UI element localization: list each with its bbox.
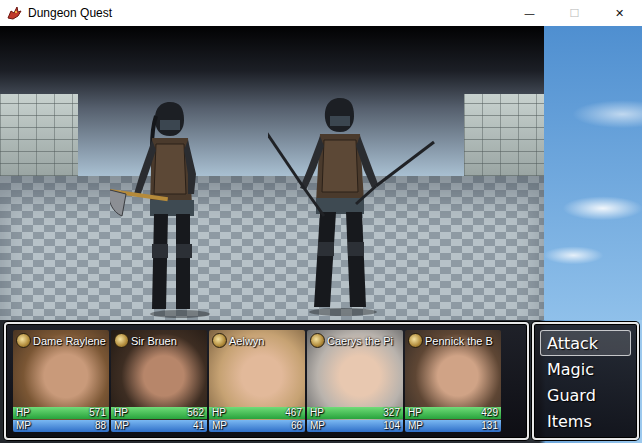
state-orb-icon [212,333,227,348]
command-item[interactable]: Guard [540,382,631,408]
mp-label: MP [16,420,31,432]
member-name: Aelwyn [229,335,264,347]
hp-label: HP [114,407,128,419]
member-name: Dame Raylene [33,335,106,347]
member-name: Caerys the Pi [327,335,393,347]
mp-value: 66 [291,420,302,432]
sky-backdrop [544,26,642,320]
title-bar: Dungeon Quest—☐✕ [0,0,642,26]
hp-bar: HP 429 [405,407,501,419]
mp-bar: MP 131 [405,420,501,432]
ninja-axe-enemy[interactable] [110,94,230,319]
hp-label: HP [16,407,30,419]
party-status-window: Dame Raylene HP 571 MP 88 Sir Bruen HP 562 MP 41 A… [4,322,529,440]
battle-hud: Dame Raylene HP 571 MP 88 Sir Bruen HP 562 MP 41 A… [0,320,642,443]
state-orb-icon [16,333,31,348]
left-wall [0,94,78,176]
mp-value: 104 [383,420,400,432]
mp-value: 88 [95,420,106,432]
mp-bar: MP 41 [111,420,207,432]
mp-value: 41 [193,420,204,432]
mp-label: MP [114,420,129,432]
ninja-swords-enemy[interactable] [268,92,438,317]
hp-value: 571 [89,407,106,419]
hp-value: 429 [481,407,498,419]
hp-bar: HP 571 [13,407,109,419]
mp-bar: MP 104 [307,420,403,432]
hp-bar: HP 562 [111,407,207,419]
party-member[interactable]: Caerys the Pi HP 327 MP 104 [307,330,403,432]
hp-value: 562 [187,407,204,419]
stone-floor [0,176,544,320]
command-item[interactable]: Attack [540,330,631,356]
hp-value: 327 [383,407,400,419]
window-control-button[interactable]: ✕ [597,0,642,26]
member-name: Sir Bruen [131,335,177,347]
mp-label: MP [408,420,423,432]
state-orb-icon [408,333,423,348]
battle-scene [0,26,642,320]
hp-bar: HP 327 [307,407,403,419]
command-item[interactable]: Magic [540,356,631,382]
hp-value: 467 [285,407,302,419]
mp-bar: MP 88 [13,420,109,432]
dragon-icon [6,5,22,21]
mp-value: 131 [481,420,498,432]
party-member[interactable]: Sir Bruen HP 562 MP 41 [111,330,207,432]
mp-label: MP [212,420,227,432]
member-name: Pennick the B [425,335,493,347]
right-wall [464,94,544,176]
game-area: Dame Raylene HP 571 MP 88 Sir Bruen HP 562 MP 41 A… [0,26,642,443]
mp-label: MP [310,420,325,432]
backdrop-sky [78,26,464,176]
command-window: AttackMagicGuardItems [532,322,639,440]
party-member[interactable]: Aelwyn HP 467 MP 66 [209,330,305,432]
hp-label: HP [310,407,324,419]
state-orb-icon [310,333,325,348]
hp-bar: HP 467 [209,407,305,419]
window-control-button[interactable]: ☐ [552,0,597,26]
party-member[interactable]: Dame Raylene HP 571 MP 88 [13,330,109,432]
hp-label: HP [212,407,226,419]
window-control-button[interactable]: — [507,0,552,26]
game-window: Dungeon Quest—☐✕ Dame Raylene HP 571 MP 88 Sir… [0,0,642,443]
window-title: Dungeon Quest [28,6,507,20]
hp-label: HP [408,407,422,419]
mp-bar: MP 66 [209,420,305,432]
battle-backdrop [0,26,544,320]
party-member[interactable]: Pennick the B HP 429 MP 131 [405,330,501,432]
command-item[interactable]: Items [540,408,631,434]
state-orb-icon [114,333,129,348]
